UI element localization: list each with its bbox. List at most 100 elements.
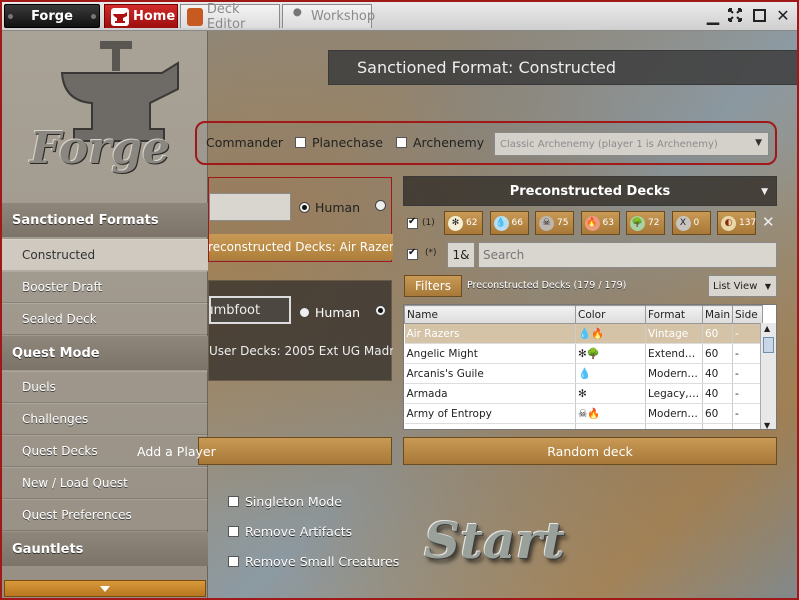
table-row[interactable]: Army of Entropy ☠🔥 Modern, ... 60- (404, 403, 763, 424)
column-header-main[interactable]: Main (702, 305, 733, 324)
table-cell-name: Angelic Might (404, 343, 576, 364)
search-filter-checkbox[interactable] (407, 247, 418, 260)
chevron-down-icon: ▼ (755, 138, 762, 148)
table-cell-color: ✻ (575, 423, 646, 429)
column-header-color[interactable]: Color (575, 305, 646, 324)
fullscreen-icon[interactable] (726, 6, 744, 24)
table-cell-format: Vintage (645, 323, 703, 344)
tab-deck-editor[interactable]: Deck Editor (180, 2, 280, 32)
add-player-button[interactable]: Add a Player (137, 437, 392, 465)
table-cell-color: 💧🔥 (575, 323, 646, 344)
search-input[interactable] (478, 242, 777, 268)
remove-artifacts-checkbox[interactable]: Remove Artifacts (228, 524, 352, 539)
variant-archenemy-checkbox[interactable]: Archenemy (396, 135, 484, 150)
player2-deck-label[interactable]: User Decks: 2005 Ext UG Madness (209, 338, 393, 364)
nav-scroll-down-button[interactable] (4, 580, 206, 597)
nav-item-constructed[interactable]: Constructed (2, 239, 208, 271)
scrollbar-thumb[interactable] (763, 337, 774, 353)
deck-table: Name Color Format Main Side Air Razers 💧🔥… (403, 304, 777, 430)
nav-item-sealed-deck[interactable]: Sealed Deck (2, 303, 208, 335)
table-row[interactable]: Angelic Might ✻🌳 Extende... 60- (404, 343, 763, 364)
column-header-name[interactable]: Name (404, 305, 576, 324)
player2-human-radio[interactable]: Human (299, 305, 360, 320)
left-nav: Forge Sanctioned Formats Constructed Boo… (2, 31, 208, 598)
table-row[interactable]: Armada ✻ Legacy, ... 40- (404, 383, 763, 404)
chevron-down-icon (100, 585, 110, 592)
remove-small-creatures-checkbox[interactable]: Remove Small Creatures (228, 554, 399, 569)
table-cell-side: - (732, 403, 763, 424)
mana-filter-button[interactable]: 🌳 72 (626, 211, 665, 235)
close-icon[interactable]: ✕ (762, 213, 775, 231)
dot-icon (91, 14, 96, 19)
maximize-icon[interactable] (750, 6, 768, 24)
deck-type-dropdown[interactable]: Preconstructed Decks ▼ (403, 176, 777, 206)
mana-filter-button[interactable]: X0 (671, 211, 711, 235)
table-cell-name: Armada (404, 383, 576, 404)
table-cell-color: ✻🌳 (575, 343, 646, 364)
player1-ai-radio[interactable] (375, 200, 386, 211)
archenemy-type-select[interactable]: Classic Archenemy (player 1 is Archenemy… (494, 132, 769, 156)
mana-symbol-icon: 🔥 (584, 215, 600, 231)
nav-item-quest-preferences[interactable]: Quest Preferences (2, 499, 208, 531)
mana-filter-button[interactable]: 💧 66 (489, 211, 529, 235)
start-button[interactable]: Start (424, 505, 574, 575)
table-cell-color: ☠🔥 (575, 403, 646, 424)
forge-menu-button[interactable]: Forge (4, 4, 100, 28)
table-cell-name: Air Razers (404, 323, 576, 344)
table-row[interactable]: Air Razers 💧🔥 Vintage 60- (404, 323, 763, 344)
mana-filter-button[interactable]: ✻ 62 (444, 211, 483, 235)
nav-section-quest-mode[interactable]: Quest Mode (2, 336, 208, 370)
nav-section-sanctioned-formats[interactable]: Sanctioned Formats (2, 203, 208, 237)
radio-unselected[interactable] (299, 307, 310, 318)
mana-symbol-icon: 💧 (493, 215, 509, 231)
player2-ai-radio[interactable] (375, 305, 386, 316)
chevron-up-icon[interactable]: ▲ (764, 324, 770, 333)
mana-filter-button[interactable]: ◐ 137 (717, 211, 756, 235)
chevron-down-icon[interactable]: ▼ (764, 421, 770, 429)
player2-name-field[interactable]: Gaun Numbfoot (209, 296, 291, 324)
minimize-icon[interactable]: ▁ (704, 6, 722, 25)
column-header-side[interactable]: Side (732, 305, 763, 324)
mana-filter-button[interactable]: 🔥 63 (580, 211, 620, 235)
nav-section-gauntlets[interactable]: Gauntlets (2, 532, 208, 566)
table-row[interactable]: Army of Justice✻Modern, ...40- (404, 423, 763, 429)
mana-filter-count: 66 (511, 218, 523, 228)
logo-text: Forge (30, 123, 171, 174)
view-mode-select[interactable]: List View ▼ (708, 275, 777, 297)
table-cell-side: - (732, 343, 763, 364)
variant-planechase-checkbox[interactable]: Planechase (295, 135, 383, 150)
checkbox[interactable] (396, 137, 407, 148)
mana-filter-button[interactable]: ☠ 75 (535, 211, 574, 235)
tab-workshop[interactable]: Workshop (282, 4, 375, 28)
filters-button[interactable]: Filters (404, 275, 462, 297)
column-header-format[interactable]: Format (645, 305, 703, 324)
nav-item-booster-draft[interactable]: Booster Draft (2, 271, 208, 303)
nav-item-duels[interactable]: Duels (2, 371, 208, 403)
remove-artifacts-label: Remove Artifacts (245, 524, 353, 539)
player1-deck-label[interactable]: Preconstructed Decks: Air Razers (209, 234, 393, 260)
checkbox[interactable] (228, 556, 239, 567)
radio-selected[interactable] (299, 202, 310, 213)
search-filter-count: (*) (425, 248, 437, 258)
table-scrollbar[interactable]: ▲ ▼ (760, 323, 776, 429)
checkbox[interactable] (295, 137, 306, 148)
table-cell-main: 40 (702, 423, 733, 429)
tab-home[interactable]: Home (104, 4, 178, 28)
player2-human-label: Human (315, 305, 361, 320)
nav-item-challenges[interactable]: Challenges (2, 403, 208, 435)
checkbox[interactable] (228, 496, 239, 507)
random-deck-button[interactable]: Random deck (403, 437, 777, 465)
singleton-mode-checkbox[interactable]: Singleton Mode (228, 494, 342, 509)
chevron-down-icon: ▼ (761, 187, 768, 197)
nav-item-new-load-quest[interactable]: New / Load Quest (2, 467, 208, 499)
player1-human-radio[interactable]: Human (299, 200, 360, 215)
radio-selected[interactable] (375, 305, 386, 316)
radio-unselected[interactable] (375, 200, 386, 211)
checkbox[interactable] (228, 526, 239, 537)
player1-name-field[interactable] (209, 193, 291, 221)
color-filter-checkbox[interactable] (407, 216, 418, 229)
close-icon[interactable]: ✕ (774, 6, 792, 25)
search-options-button[interactable]: 1& (447, 242, 475, 268)
table-row[interactable]: Arcanis's Guile 💧 Modern, ... 40- (404, 363, 763, 384)
chevron-down-icon: ▼ (764, 282, 771, 291)
